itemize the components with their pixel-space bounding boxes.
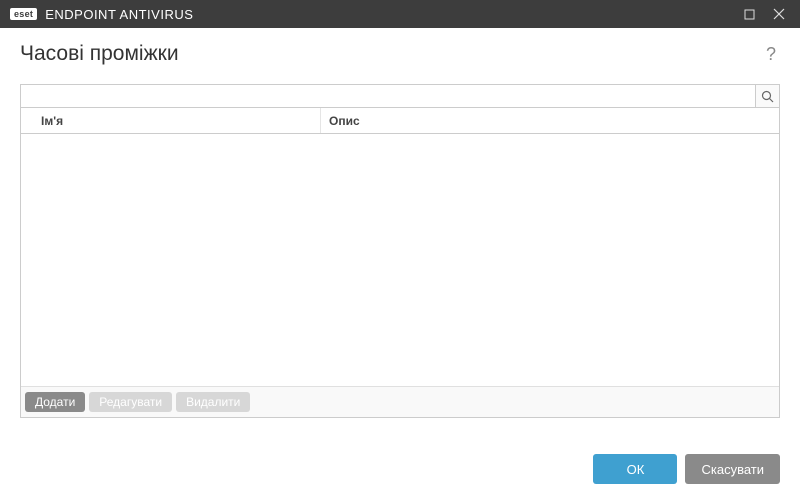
- table-header: Ім'я Опис: [21, 108, 779, 134]
- time-slots-table: Ім'я Опис Додати Редагувати Видалити: [20, 108, 780, 418]
- search-icon: [761, 90, 774, 103]
- ok-button[interactable]: ОК: [593, 454, 677, 484]
- cancel-button[interactable]: Скасувати: [685, 454, 780, 484]
- search-bar: [20, 84, 780, 108]
- content-area: Часові проміжки ? Ім'я Опис Додати Редаг…: [0, 28, 800, 438]
- help-icon[interactable]: ?: [762, 44, 780, 65]
- table-body[interactable]: [21, 134, 779, 386]
- column-header-description[interactable]: Опис: [321, 108, 779, 133]
- search-input[interactable]: [21, 85, 755, 107]
- brand-logo: eset: [10, 8, 37, 20]
- titlebar: eset ENDPOINT ANTIVIRUS: [0, 0, 800, 28]
- edit-button: Редагувати: [89, 392, 172, 412]
- column-header-name[interactable]: Ім'я: [21, 108, 321, 133]
- maximize-button[interactable]: [734, 0, 764, 28]
- table-actions: Додати Редагувати Видалити: [21, 386, 779, 417]
- dialog-footer: ОК Скасувати: [0, 438, 800, 500]
- close-button[interactable]: [764, 0, 794, 28]
- close-icon: [773, 8, 785, 20]
- heading-row: Часові проміжки ?: [20, 42, 780, 66]
- app-title: ENDPOINT ANTIVIRUS: [45, 7, 193, 22]
- search-button[interactable]: [755, 85, 779, 107]
- add-button[interactable]: Додати: [25, 392, 85, 412]
- delete-button: Видалити: [176, 392, 250, 412]
- maximize-icon: [744, 9, 755, 20]
- page-title: Часові проміжки: [20, 42, 179, 66]
